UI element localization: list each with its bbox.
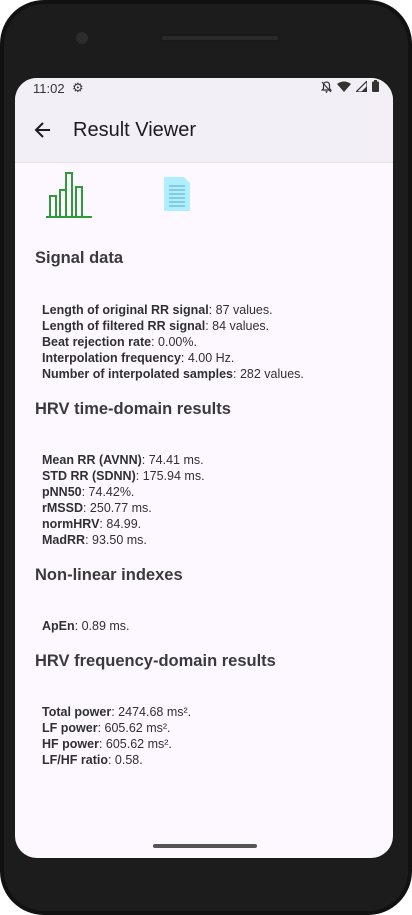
notifications-off-icon [321,80,332,93]
gesture-home-bar[interactable] [153,844,257,848]
cell-signal-icon [356,80,367,92]
row-value: : 605.62 ms². [98,737,172,751]
row-label: Total power [42,705,112,719]
row-label: pNN50 [42,485,82,499]
freq-row: HF power: 605.62 ms². [42,737,172,751]
signal-row: Number of interpolated samples: 282 valu… [42,367,304,381]
battery-icon [372,80,379,92]
row-label: Beat rejection rate [42,335,152,349]
earpiece-speaker [160,34,280,42]
signal-row: Length of filtered RR signal: 84 values. [42,319,269,333]
wifi-icon [337,81,351,92]
row-value: : 4.00 Hz. [180,351,235,365]
section-title-signal-data: Signal data [35,249,124,267]
row-label: Number of interpolated samples [42,367,234,381]
row-label: normHRV [42,517,100,531]
time-row: rMSSD: 250.77 ms. [42,501,152,515]
row-value: : 87 values. [208,303,273,317]
section-title-time-domain: HRV time-domain results [35,400,231,418]
arrow-back-icon[interactable] [33,120,53,140]
bar-chart-icon[interactable] [46,170,92,218]
signal-row: Interpolation frequency: 4.00 Hz. [42,351,234,365]
section-title-frequency-domain: HRV frequency-domain results [35,652,276,670]
row-value: : 175.94 ms. [135,469,205,483]
row-value: : 0.89 ms. [74,619,130,633]
row-value: : 0.00%. [151,335,197,349]
top-app-bar: Result Viewer [15,100,393,163]
row-label: Length of filtered RR signal [42,319,206,333]
row-value: : 282 values. [233,367,304,381]
time-row: pNN50: 74.42%. [42,485,134,499]
time-row: normHRV: 84.99. [42,517,141,531]
row-label: LF power [42,721,98,735]
row-label: STD RR (SDNN) [42,469,136,483]
freq-row: LF power: 605.62 ms². [42,721,171,735]
row-label: ApEn [42,619,75,633]
row-value: : 93.50 ms. [85,533,147,547]
phone-frame: 11:02 ⚙ Result Viewer Signal data Length… [0,0,412,915]
row-value: : 0.58. [107,753,143,767]
time-row: Mean RR (AVNN): 74.41 ms. [42,453,204,467]
row-value: : 605.62 ms². [97,721,171,735]
row-value: : 74.41 ms. [141,453,204,467]
document-icon[interactable] [164,177,190,211]
status-bar: 11:02 ⚙ [15,78,393,100]
time-row: MadRR: 93.50 ms. [42,533,147,547]
settings-gear-icon: ⚙ [72,80,84,95]
status-time: 11:02 [33,81,65,96]
status-icons [321,80,379,93]
row-value: : 84.99. [99,517,142,531]
screen: 11:02 ⚙ Result Viewer Signal data Length… [15,78,393,858]
row-label: Mean RR (AVNN) [42,453,142,467]
row-value: : 250.77 ms. [82,501,152,515]
page-title: Result Viewer [73,119,197,141]
row-label: Interpolation frequency [42,351,181,365]
front-camera [76,32,88,44]
row-label: MadRR [42,533,86,547]
result-content: Signal data Length of original RR signal… [15,163,393,858]
row-label: Length of original RR signal [42,303,209,317]
nonlinear-row: ApEn: 0.89 ms. [42,619,130,633]
row-label: rMSSD [42,501,83,515]
row-value: : 74.42%. [81,485,135,499]
signal-row: Length of original RR signal: 87 values. [42,303,273,317]
row-value: : 84 values. [205,319,270,333]
freq-row: LF/HF ratio: 0.58. [42,753,143,767]
freq-row: Total power: 2474.68 ms². [42,705,191,719]
row-label: HF power [42,737,99,751]
row-value: : 2474.68 ms². [111,705,192,719]
signal-row: Beat rejection rate: 0.00%. [42,335,197,349]
section-title-nonlinear: Non-linear indexes [35,566,183,584]
time-row: STD RR (SDNN): 175.94 ms. [42,469,205,483]
row-label: LF/HF ratio [42,753,108,767]
